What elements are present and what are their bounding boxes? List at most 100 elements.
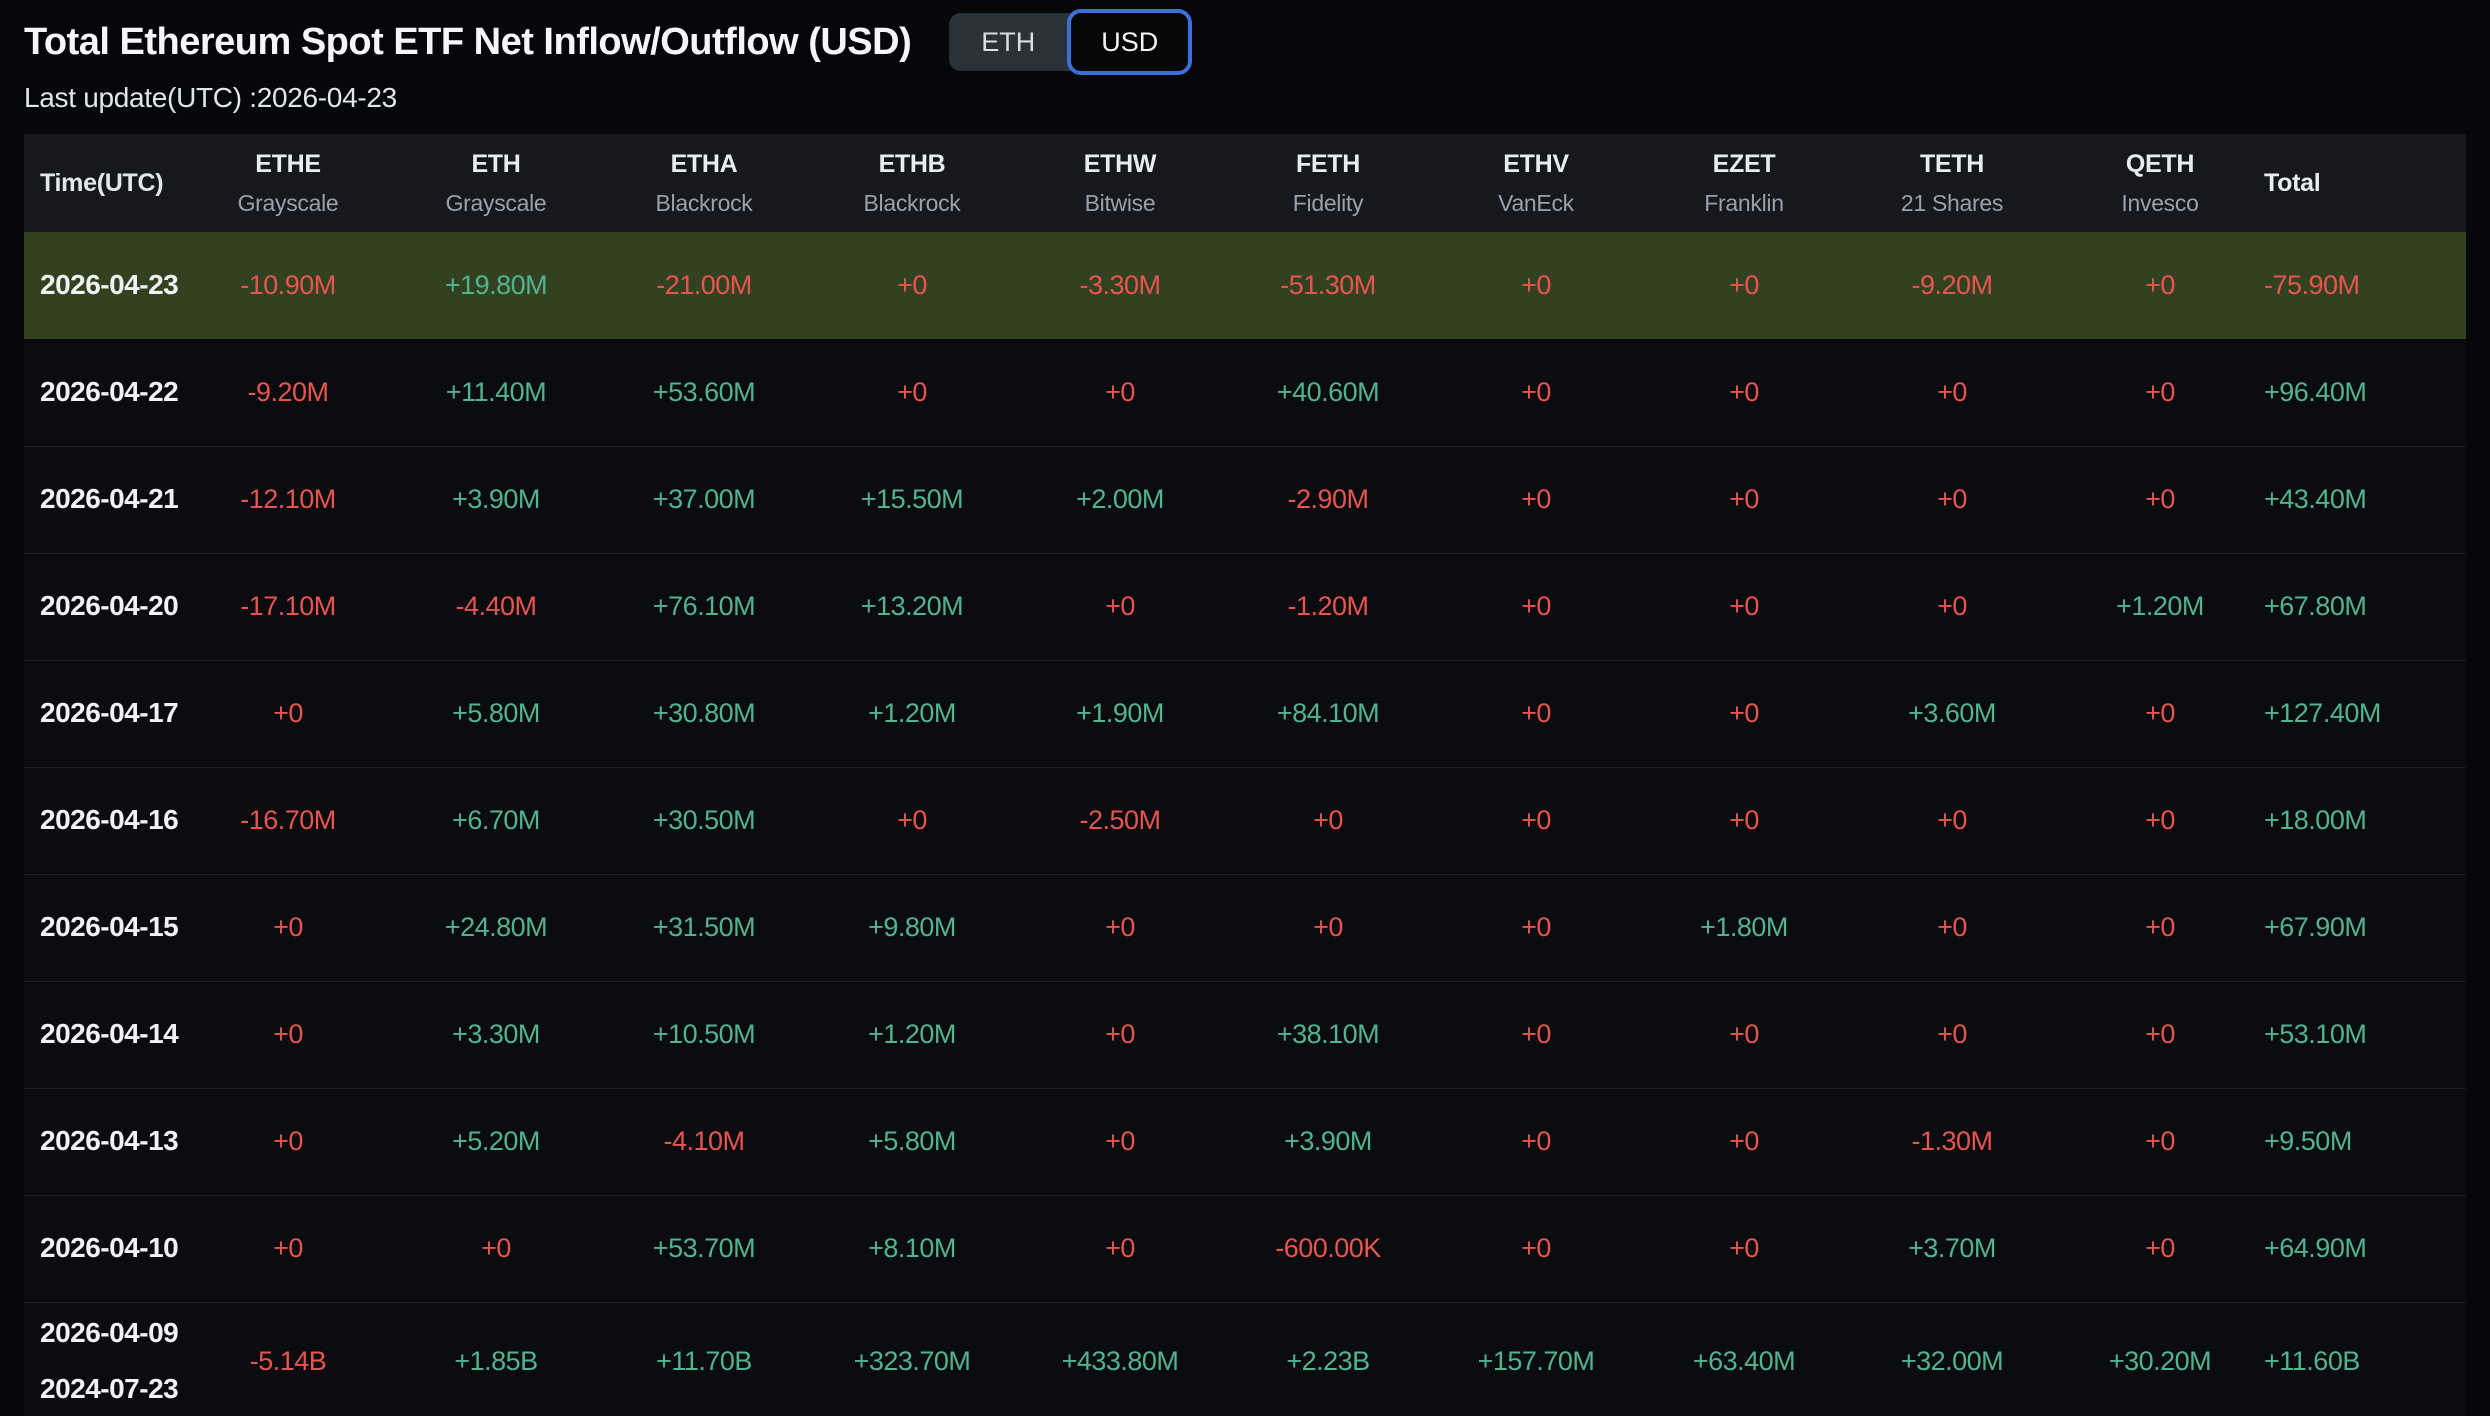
flow-value-cell: +0 (1016, 1195, 1224, 1302)
usd-toggle-button[interactable]: USD (1067, 9, 1192, 75)
flow-value-cell: +37.00M (600, 446, 808, 553)
column-header-ethb: ETHB Blackrock (808, 134, 1016, 232)
flow-value-cell: +1.90M (1016, 660, 1224, 767)
flow-value-cell: -2.90M (1224, 446, 1432, 553)
flow-value-cell: +8.10M (808, 1195, 1016, 1302)
flow-value-cell: +53.60M (600, 339, 808, 446)
table-row[interactable]: 2026-04-14+0+3.30M+10.50M+1.20M+0+38.10M… (24, 981, 2466, 1088)
date-cell: 2026-04-10 (24, 1195, 184, 1302)
flow-value-cell: +0 (808, 232, 1016, 339)
total-cell: +43.40M (2264, 446, 2466, 553)
issuer-label: VanEck (1432, 190, 1640, 217)
flow-value-cell: +0 (1848, 874, 2056, 981)
flow-value-cell: +3.60M (1848, 660, 2056, 767)
flow-value-cell: +0 (1848, 446, 2056, 553)
total-cell: +9.50M (2264, 1088, 2466, 1195)
total-cell: +67.90M (2264, 874, 2466, 981)
table-header-row: Time(UTC) ETHEGrayscaleETHGrayscaleETHAB… (24, 134, 2466, 232)
flow-value-cell: +30.80M (600, 660, 808, 767)
flow-value-cell: +0 (1224, 874, 1432, 981)
ticker-label: EZET (1640, 150, 1848, 179)
flow-value-cell: +0 (1432, 446, 1640, 553)
flow-value-cell: +32.00M (1848, 1302, 2056, 1416)
flow-value-cell: +31.50M (600, 874, 808, 981)
column-header-feth: FETHFidelity (1224, 134, 1432, 232)
flow-value-cell: +40.60M (1224, 339, 1432, 446)
flow-value-cell: +2.23B (1224, 1302, 1432, 1416)
total-cell: +67.80M (2264, 553, 2466, 660)
flow-value-cell: -2.50M (1016, 767, 1224, 874)
flow-value-cell: +0 (1640, 981, 1848, 1088)
ticker-label: QETH (2056, 150, 2264, 179)
flow-value-cell: +0 (2056, 232, 2264, 339)
ticker-label: TETH (1848, 150, 2056, 179)
column-header-total: Total (2264, 134, 2466, 232)
table-row[interactable]: 2026-04-10+0+0+53.70M+8.10M+0-600.00K+0+… (24, 1195, 2466, 1302)
flow-value-cell: +38.10M (1224, 981, 1432, 1088)
flow-value-cell: -12.10M (184, 446, 392, 553)
flow-value-cell: +0 (1848, 981, 2056, 1088)
flow-value-cell: -17.10M (184, 553, 392, 660)
table-row[interactable]: 2026-04-20-17.10M-4.40M+76.10M+13.20M+0-… (24, 553, 2466, 660)
page-title: Total Ethereum Spot ETF Net Inflow/Outfl… (24, 21, 911, 64)
table-row[interactable]: 2026-04-23-10.90M+19.80M-21.00M+0-3.30M-… (24, 232, 2466, 339)
flow-value-cell: +0 (1432, 553, 1640, 660)
flow-value-cell: -4.10M (600, 1088, 808, 1195)
table-row[interactable]: 2026-04-17+0+5.80M+30.80M+1.20M+1.90M+84… (24, 660, 2466, 767)
flow-value-cell: +3.30M (392, 981, 600, 1088)
flow-value-cell: +0 (2056, 339, 2264, 446)
header-bar: Total Ethereum Spot ETF Net Inflow/Outfl… (0, 0, 2490, 74)
flow-value-cell: +63.40M (1640, 1302, 1848, 1416)
flow-value-cell: +0 (1848, 767, 2056, 874)
total-cell: +11.60B (2264, 1302, 2466, 1416)
flow-value-cell: +1.20M (808, 660, 1016, 767)
flow-value-cell: +0 (1432, 767, 1640, 874)
issuer-label: Grayscale (184, 190, 392, 217)
issuer-label: 21 Shares (1848, 190, 2056, 217)
table-row[interactable]: 2026-04-21-12.10M+3.90M+37.00M+15.50M+2.… (24, 446, 2466, 553)
flow-value-cell: +1.20M (2056, 553, 2264, 660)
flow-value-cell: +0 (2056, 1195, 2264, 1302)
table-row[interactable]: 2026-04-092024-07-23-5.14B+1.85B+11.70B+… (24, 1302, 2466, 1416)
flow-value-cell: +5.80M (392, 660, 600, 767)
flow-value-cell: +19.80M (392, 232, 600, 339)
flow-value-cell: +323.70M (808, 1302, 1016, 1416)
column-header-ethw: ETHWBitwise (1016, 134, 1224, 232)
flow-value-cell: +0 (1432, 1088, 1640, 1195)
flow-value-cell: +3.90M (392, 446, 600, 553)
flow-value-cell: +13.20M (808, 553, 1016, 660)
flow-value-cell: -9.20M (1848, 232, 2056, 339)
column-header-teth: TETH 21 Shares (1848, 134, 2056, 232)
last-update-label: Last update(UTC) :2026-04-23 (24, 82, 2490, 114)
column-header-ethe: ETHEGrayscale (184, 134, 392, 232)
flow-value-cell: +0 (2056, 1088, 2264, 1195)
issuer-label: Grayscale (392, 190, 600, 217)
flow-value-cell: +0 (1016, 981, 1224, 1088)
flow-value-cell: +3.90M (1224, 1088, 1432, 1195)
flow-value-cell: +84.10M (1224, 660, 1432, 767)
table-row[interactable]: 2026-04-15+0+24.80M+31.50M+9.80M+0+0+0+1… (24, 874, 2466, 981)
flow-value-cell: +30.50M (600, 767, 808, 874)
flow-value-cell: +11.40M (392, 339, 600, 446)
flow-value-cell: +0 (1432, 981, 1640, 1088)
issuer-label: Blackrock (808, 190, 1016, 217)
flow-value-cell: -600.00K (1224, 1195, 1432, 1302)
table-row[interactable]: 2026-04-16-16.70M+6.70M+30.50M+0-2.50M+0… (24, 767, 2466, 874)
flow-value-cell: +0 (392, 1195, 600, 1302)
flow-value-cell: +0 (1432, 1195, 1640, 1302)
eth-toggle-button[interactable]: ETH (949, 13, 1067, 71)
total-cell: +127.40M (2264, 660, 2466, 767)
table-row[interactable]: 2026-04-13+0+5.20M-4.10M+5.80M+0+3.90M+0… (24, 1088, 2466, 1195)
issuer-label: Blackrock (600, 190, 808, 217)
date-cell: 2026-04-14 (24, 981, 184, 1088)
column-header-qeth: QETHInvesco (2056, 134, 2264, 232)
ticker-label: ETHB (808, 150, 1016, 179)
total-cell: +18.00M (2264, 767, 2466, 874)
flow-value-cell: +0 (808, 767, 1016, 874)
flow-value-cell: +433.80M (1016, 1302, 1224, 1416)
flow-value-cell: +11.70B (600, 1302, 808, 1416)
currency-toggle: ETH USD (949, 13, 1188, 71)
flow-value-cell: +0 (808, 339, 1016, 446)
table-row[interactable]: 2026-04-22-9.20M+11.40M+53.60M+0+0+40.60… (24, 339, 2466, 446)
flow-value-cell: +0 (1432, 660, 1640, 767)
